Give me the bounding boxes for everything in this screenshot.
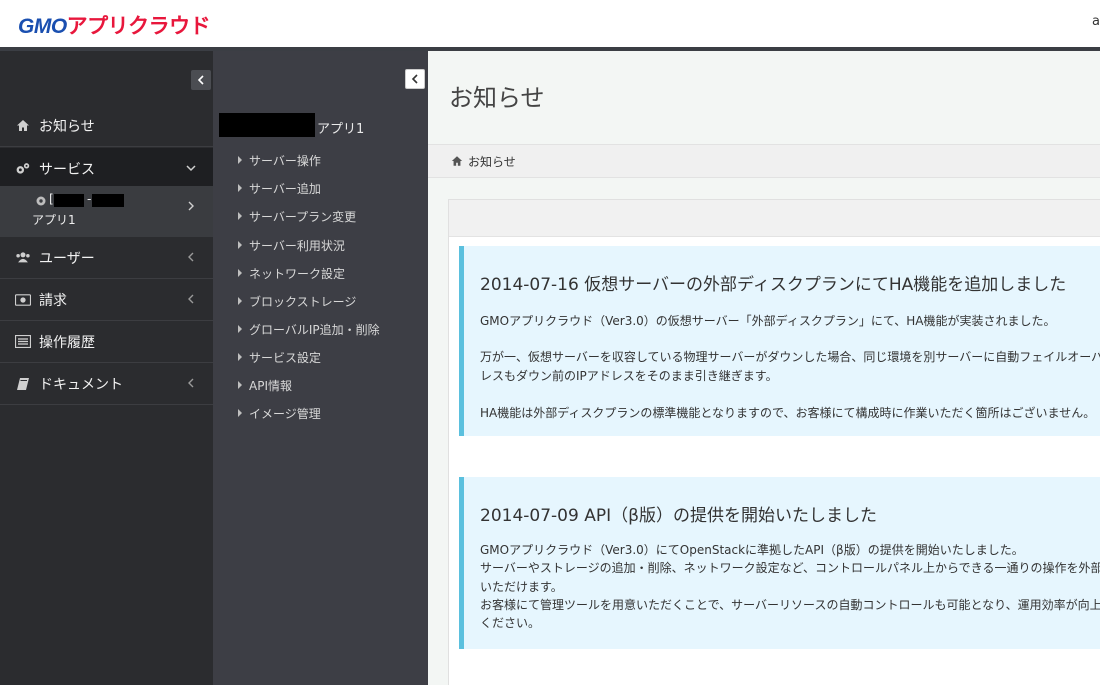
submenu-item-label: サービス設定 (249, 350, 322, 365)
caret-right-icon (238, 184, 242, 192)
redacted-block (54, 194, 84, 207)
submenu-item-usage[interactable]: サーバー利用状況 (238, 235, 345, 255)
caret-right-icon (238, 241, 242, 249)
caret-right-icon (238, 212, 242, 220)
news-paragraph: HA機能は外部ディスクプランの標準機能となりますので、お客様にて構成時に作業いた… (480, 406, 1096, 420)
news-paragraph: レスもダウン前のIPアドレスをそのまま引き継ぎます。 (480, 369, 778, 383)
news-panel: 2014-07-16 仮想サーバーの外部ディスクプランにてHA機能を追加しました… (448, 199, 1100, 685)
main-content: お知らせ お知らせ 2014-07-16 仮想サーバーの外部ディスクプランにてH… (428, 51, 1100, 685)
sidebar-item-label: サービス (39, 161, 95, 178)
caret-right-icon (238, 409, 242, 417)
submenu-item-label: サーバープラン変更 (249, 209, 357, 224)
chevron-right-icon (188, 201, 194, 211)
submenu-item-label: サーバー利用状況 (249, 238, 345, 253)
breadcrumb: お知らせ (428, 144, 1100, 178)
subitem-bracket: [ (49, 192, 54, 206)
logo-app-text: アプリクラウド (66, 15, 211, 38)
redacted-block (92, 194, 124, 207)
submenu-item-label: サーバー追加 (249, 181, 321, 196)
submenu-item-server-operation[interactable]: サーバー操作 (238, 150, 321, 170)
user-menu[interactable]: a (1092, 14, 1100, 29)
submenu-item-label: サーバー操作 (249, 153, 321, 168)
header: GMOアプリクラウド a (0, 0, 1100, 47)
caret-right-icon (238, 156, 242, 164)
caret-right-icon (238, 325, 242, 333)
gear-icon (36, 196, 46, 206)
submenu-item-label: API情報 (249, 378, 292, 393)
submenu-item-global-ip[interactable]: グローバルIP追加・削除 (238, 319, 380, 339)
gears-icon (15, 161, 31, 177)
news-paragraph: GMOアプリクラウド（Ver3.0）の仮想サーバー「外部ディスクプラン」にて、H… (480, 314, 1056, 328)
gmo-app-cloud-logo[interactable]: GMOアプリクラウド (18, 10, 211, 38)
money-icon (15, 292, 31, 308)
submenu-item-change-plan[interactable]: サーバープラン変更 (238, 206, 356, 226)
chevron-left-icon (188, 252, 194, 262)
submenu-item-label: ブロックストレージ (249, 294, 357, 309)
news-item: 2014-07-16 仮想サーバーの外部ディスクプランにてHA機能を追加しました… (459, 246, 1100, 436)
sidebar-item-label: ドキュメント (39, 376, 123, 393)
submenu-item-label: イメージ管理 (249, 406, 321, 421)
chevron-left-icon (197, 75, 204, 85)
service-submenu: アプリ1 サーバー操作 サーバー追加 サーバープラン変更 サーバー利用状況 ネッ… (213, 51, 428, 685)
sidebar-item-label: 請求 (39, 292, 67, 309)
logo-gmo-text: GMO (18, 15, 67, 38)
submenu-collapse-button[interactable] (405, 69, 425, 89)
sidebar-item-billing[interactable]: 請求 (0, 279, 213, 321)
sidebar-subitem-app1[interactable]: [ - アプリ1 (0, 186, 213, 237)
submenu-item-label: ネットワーク設定 (249, 266, 346, 281)
submenu-item-image-management[interactable]: イメージ管理 (238, 403, 321, 423)
submenu-item-add-server[interactable]: サーバー追加 (238, 178, 321, 198)
list-icon (15, 334, 31, 350)
sidebar-item-service[interactable]: サービス (0, 148, 213, 190)
subitem-label: アプリ1 (32, 213, 76, 227)
sidebar-item-label: ユーザー (39, 250, 95, 267)
subitem-separator: - (87, 192, 92, 206)
submenu-item-api-info[interactable]: API情報 (238, 375, 292, 395)
submenu-item-label: グローバルIP追加・削除 (249, 322, 380, 337)
submenu-app-name: アプリ1 (317, 122, 365, 137)
redacted-block (219, 113, 315, 137)
home-icon (15, 118, 31, 134)
news-title: 2014-07-16 仮想サーバーの外部ディスクプランにてHA機能を追加しました (480, 275, 1067, 295)
sidebar-item-users[interactable]: ユーザー (0, 237, 213, 279)
sidebar-item-documents[interactable]: ドキュメント (0, 363, 213, 405)
sidebar-item-label: お知らせ (39, 118, 95, 135)
news-paragraph: お客様にて管理ツールを用意いただくことで、サーバーリソースの自動コントロールも可… (480, 598, 1100, 612)
submenu-item-service-settings[interactable]: サービス設定 (238, 347, 321, 367)
breadcrumb-item[interactable]: お知らせ (468, 153, 516, 170)
book-icon (15, 376, 31, 392)
caret-right-icon (238, 269, 242, 277)
users-icon (15, 250, 31, 266)
main-sidebar: お知らせ サービス [ - アプリ1 ユーザー 請求 操作履歴 ドキュメント (0, 51, 213, 685)
sidebar-item-news[interactable]: お知らせ (0, 105, 213, 147)
chevron-left-icon (188, 294, 194, 304)
chevron-left-icon (188, 378, 194, 388)
panel-header (449, 200, 1100, 237)
news-paragraph: GMOアプリクラウド（Ver3.0）にてOpenStackに準拠したAPI（β版… (480, 543, 1024, 557)
chevron-down-icon (186, 165, 196, 172)
home-icon (451, 156, 463, 166)
sidebar-item-history[interactable]: 操作履歴 (0, 321, 213, 363)
sidebar-item-label: 操作履歴 (39, 334, 95, 351)
submenu-item-block-storage[interactable]: ブロックストレージ (238, 291, 356, 311)
news-paragraph: ください。 (480, 616, 541, 630)
caret-right-icon (238, 297, 242, 305)
caret-right-icon (238, 353, 242, 361)
page-title: お知らせ (449, 84, 545, 112)
news-title: 2014-07-09 API（β版）の提供を開始いたしました (480, 506, 877, 526)
submenu-item-network[interactable]: ネットワーク設定 (238, 263, 345, 283)
news-paragraph: サーバーやストレージの追加・削除、ネットワーク設定など、コントロールパネル上から… (480, 561, 1100, 575)
news-paragraph: 万が一、仮想サーバーを収容している物理サーバーがダウンした場合、同じ環境を別サー… (480, 350, 1100, 364)
caret-right-icon (238, 381, 242, 389)
sidebar-collapse-button[interactable] (191, 70, 211, 90)
chevron-left-icon (411, 74, 418, 84)
news-item: 2014-07-09 API（β版）の提供を開始いたしました GMOアプリクラウ… (459, 477, 1100, 649)
news-paragraph: いただけます。 (480, 580, 563, 594)
